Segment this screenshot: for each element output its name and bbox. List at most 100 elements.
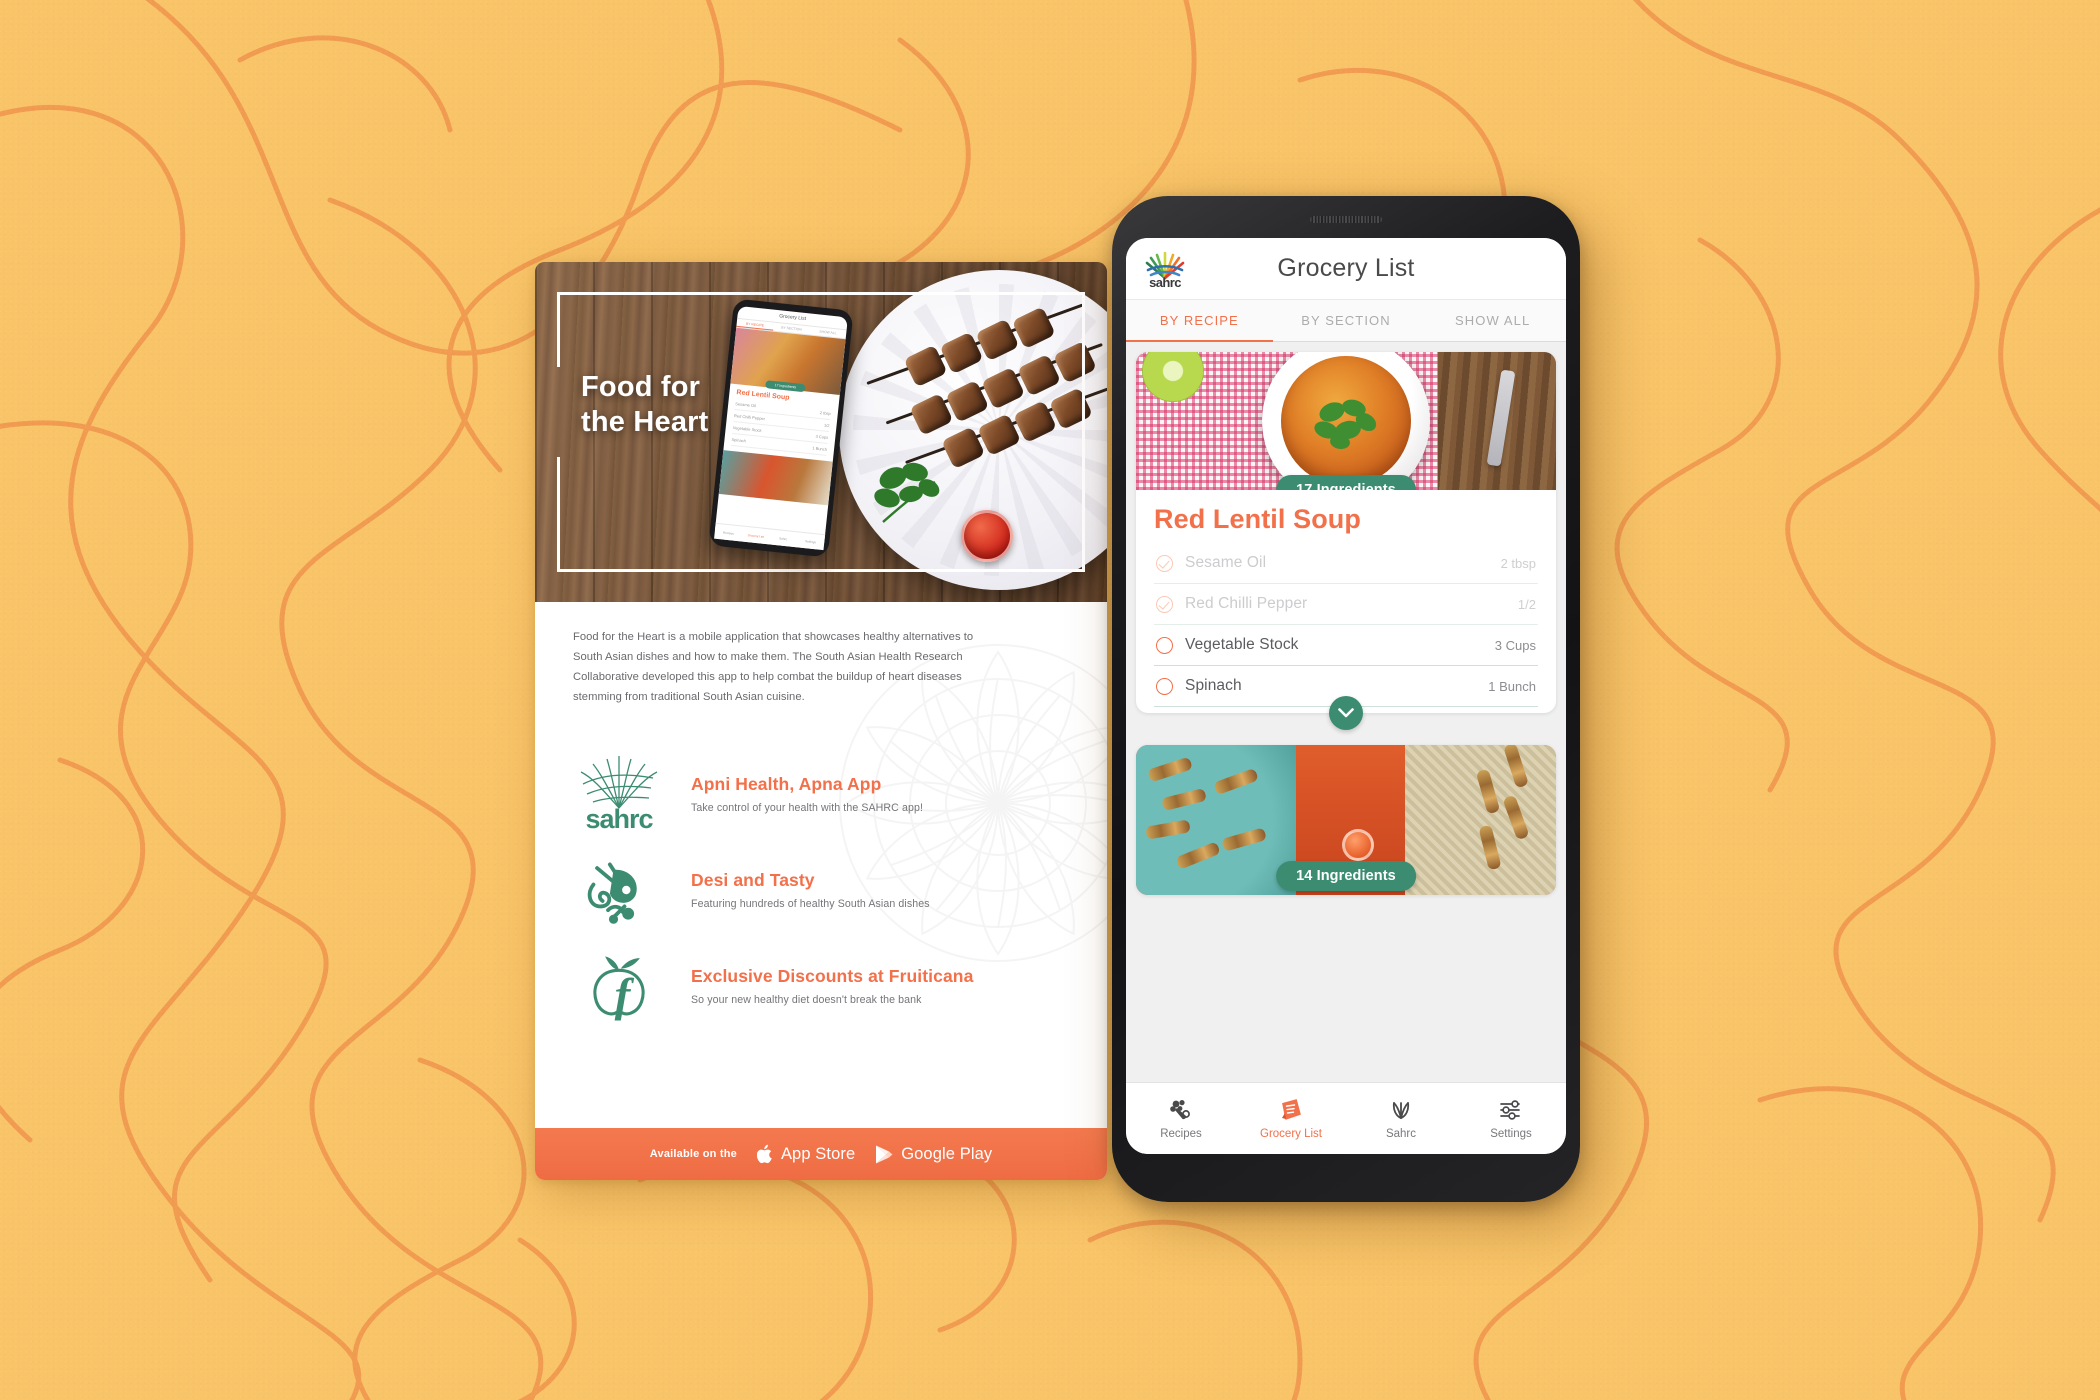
hero-title-line1: Food for: [581, 371, 701, 403]
feature-heading: Desi and Tasty: [691, 869, 815, 890]
brochure-page: Food for the Heart Grocery List BY RECIP…: [535, 262, 1107, 1180]
feature-heading: Exclusive Discounts at Fruiticana: [691, 965, 974, 986]
phone-device: sahrc Grocery List BY RECIPE BY SECTION …: [1112, 196, 1580, 1202]
mini-row-name: Sesame Oil: [735, 401, 757, 409]
fruiticana-apple-icon: f: [573, 946, 665, 1026]
nav-label: Recipes: [1160, 1127, 1202, 1140]
feature-subtext: Featuring hundreds of healthy South Asia…: [691, 897, 930, 910]
feature-item: f Exclusive Discounts at Fruiticana So y…: [573, 938, 1069, 1034]
sahrc-logo-icon: sahrc: [573, 754, 665, 834]
ingredient-count-badge: 14 Ingredients: [1276, 861, 1416, 891]
feature-subtext: Take control of your health with the SAH…: [691, 801, 923, 814]
brochure-hero: Food for the Heart Grocery List BY RECIP…: [535, 262, 1107, 602]
app-store-label: App Store: [780, 1144, 856, 1163]
sliders-icon: [1498, 1098, 1524, 1122]
feature-item: sahrc Apni Health, Apna App Take control…: [573, 746, 1069, 842]
feature-item: Desi and Tasty Featuring hundreds of hea…: [573, 842, 1069, 938]
bottom-navigation: Recipes Grocery List Sahrc Settings: [1126, 1082, 1566, 1154]
app-store-badge[interactable]: App Store: [756, 1144, 856, 1165]
checkbox-checked-icon[interactable]: [1156, 595, 1173, 613]
mini-row-name: Red Chilli Pepper: [733, 413, 766, 422]
mini-nav-0: Recipes: [722, 530, 735, 536]
nav-label: Grocery List: [1260, 1127, 1322, 1140]
mini-nav-1: Grocery List: [747, 533, 765, 539]
mini-bottom-nav: Recipes Grocery List Sahrc Settings: [714, 522, 826, 551]
parsley-garnish: [874, 462, 940, 523]
recipe-card[interactable]: 14 Ingredients: [1136, 745, 1556, 895]
app-title: Grocery List: [1277, 254, 1415, 282]
cilantro-garnish: [1314, 399, 1377, 450]
tab-by-section[interactable]: BY SECTION: [1273, 300, 1420, 341]
mortar-and-pestle-icon: [573, 850, 665, 930]
brochure-description: Food for the Heart is a mobile applicati…: [573, 631, 974, 703]
available-label: Available on the: [649, 1148, 737, 1160]
mini-row-qty: 3 Cups: [815, 433, 829, 440]
google-play-label: Google Play: [901, 1144, 993, 1163]
frame-line-left2: [557, 457, 560, 572]
ingredient-name: Vegetable Stock: [1185, 636, 1299, 653]
ingredient-row[interactable]: Red Chilli Pepper 1/2: [1154, 584, 1538, 625]
feature-subtext: So your new healthy diet doesn't break t…: [691, 993, 922, 1006]
recipe-photo: 17 Ingredients: [1136, 352, 1556, 490]
woven-mat: [1404, 745, 1556, 895]
recipe-card[interactable]: 17 Ingredients Red Lentil Soup Sesame Oi…: [1136, 352, 1556, 713]
nav-item-grocery-list[interactable]: Grocery List: [1236, 1083, 1346, 1154]
ingredient-row[interactable]: Sesame Oil 2 tbsp: [1154, 543, 1538, 584]
ingredient-quantity: 1/2: [1517, 596, 1536, 612]
hero-title: Food for the Heart: [581, 370, 709, 441]
nav-label: Sahrc: [1385, 1127, 1417, 1140]
mini-row-qty: 1 Bunch: [812, 445, 828, 452]
brochure-footer: Available on the App Store Google Play: [535, 1128, 1107, 1180]
mini-row-qty: 1/2: [823, 422, 830, 429]
ingredient-name: Sesame Oil: [1185, 554, 1267, 571]
recipe-title: Red Lentil Soup: [1154, 504, 1361, 534]
ingredient-name: Red Chilli Pepper: [1185, 595, 1308, 612]
svg-text:sahrc: sahrc: [585, 804, 653, 834]
feature-heading: Apni Health, Apna App: [691, 773, 882, 794]
mini-row-qty: 2 tbsp: [819, 409, 832, 417]
tab-bar: BY RECIPE BY SECTION SHOW ALL: [1126, 300, 1566, 342]
mini-row-name: Vegetable Stock: [732, 424, 762, 433]
mini-nav-2: Sahrc: [779, 536, 788, 542]
hero-title-line2: the Heart: [581, 406, 709, 439]
ingredient-quantity: 1 Bunch: [1488, 678, 1536, 694]
brochure-body: Food for the Heart is a mobile applicati…: [535, 602, 1107, 1140]
recipe-card-body: Red Lentil Soup Sesame Oil 2 tbsp Red Ch…: [1136, 490, 1556, 713]
frame-line-right: [1082, 292, 1085, 572]
frame-line-left: [557, 292, 560, 367]
checkbox-empty-icon[interactable]: [1156, 636, 1173, 654]
grocery-list-icon: [1278, 1098, 1304, 1122]
mini-nav-3: Settings: [804, 539, 817, 545]
mini-kebab-photo: [718, 450, 833, 506]
recipe-photo: 14 Ingredients: [1136, 745, 1556, 895]
apple-icon: [756, 1144, 772, 1163]
tab-by-recipe[interactable]: BY RECIPE: [1126, 300, 1273, 342]
expand-recipe-button[interactable]: [1329, 696, 1363, 730]
frame-line-top: [557, 292, 857, 295]
ingredient-row[interactable]: Vegetable Stock 3 Cups: [1154, 625, 1538, 666]
checkbox-checked-icon[interactable]: [1156, 554, 1173, 572]
content-scroll-area[interactable]: 17 Ingredients Red Lentil Soup Sesame Oi…: [1126, 342, 1566, 1082]
chevron-down-icon: [1338, 708, 1354, 718]
tab-show-all[interactable]: SHOW ALL: [1419, 300, 1566, 341]
feature-list: sahrc Apni Health, Apna App Take control…: [573, 746, 1069, 1034]
google-play-badge[interactable]: Google Play: [875, 1144, 992, 1165]
nav-item-settings[interactable]: Settings: [1456, 1083, 1566, 1154]
tulip-icon: [1388, 1098, 1414, 1122]
checkbox-empty-icon[interactable]: [1156, 677, 1173, 695]
dipping-sauce-bowl: [961, 510, 1013, 562]
nav-label: Settings: [1490, 1127, 1532, 1140]
nav-item-recipes[interactable]: Recipes: [1126, 1083, 1236, 1154]
soup-bowl: [1262, 352, 1430, 490]
ingredient-name: Spinach: [1185, 677, 1242, 694]
mini-row-name: Spinach: [731, 436, 747, 444]
sahrc-logo-icon: sahrc: [1142, 250, 1188, 290]
svg-text:sahrc: sahrc: [1149, 275, 1181, 288]
app-header: sahrc Grocery List: [1126, 238, 1566, 300]
frame-line-top2: [857, 292, 1085, 295]
ingredient-quantity: 2 tbsp: [1500, 555, 1536, 571]
phone-screen: sahrc Grocery List BY RECIPE BY SECTION …: [1126, 238, 1566, 1154]
frame-line-bottom: [557, 569, 1085, 572]
ingredient-count-badge: 17 Ingredients: [1276, 475, 1416, 490]
nav-item-sahrc[interactable]: Sahrc: [1346, 1083, 1456, 1154]
